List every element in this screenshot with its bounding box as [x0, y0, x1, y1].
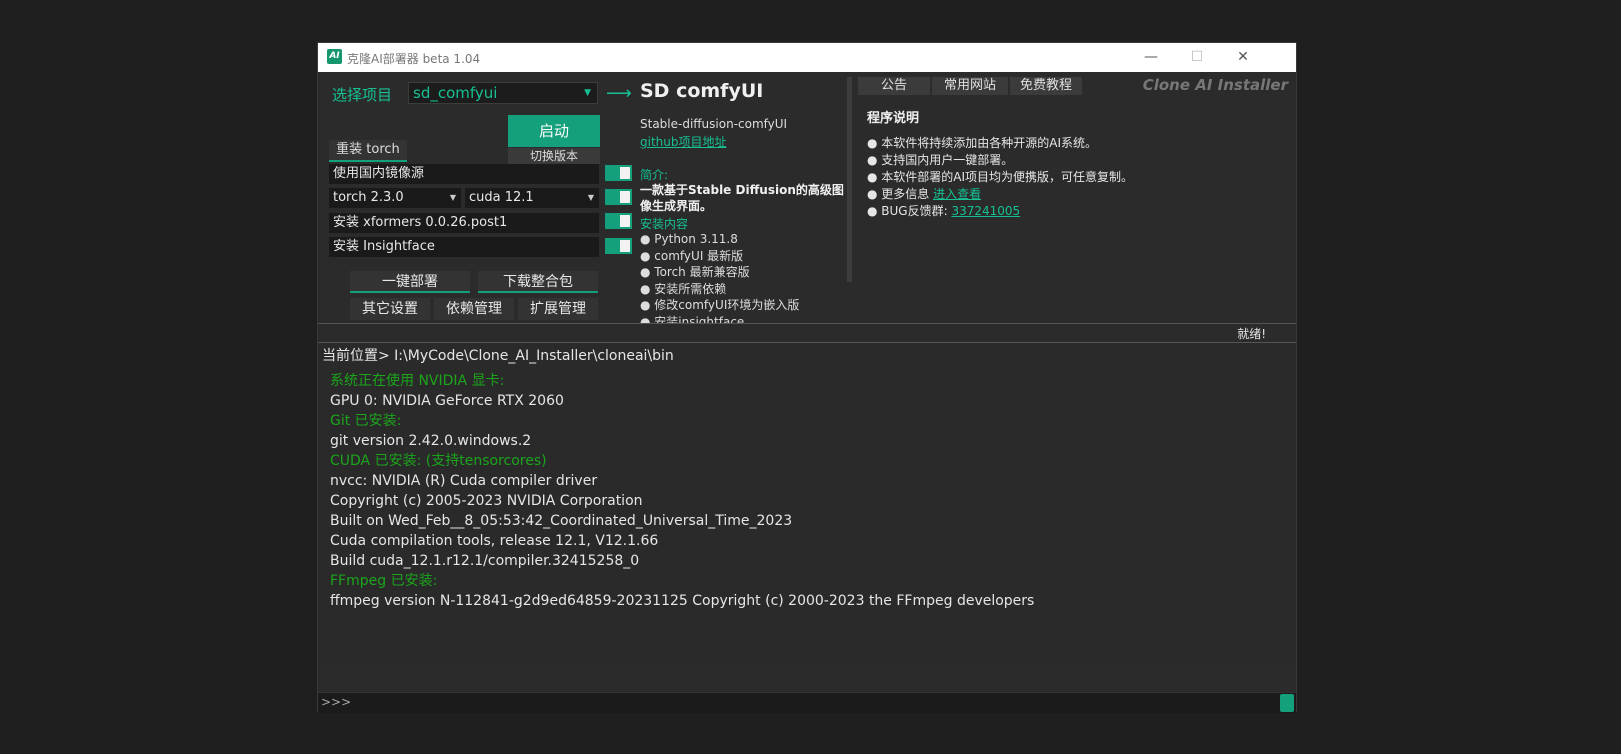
log-line: Built on Wed_Feb__8_05:53:42_Coordinated… [330, 513, 793, 529]
chevron-down-icon: ▼ [584, 88, 591, 98]
download-package-button[interactable]: 下载整合包 [478, 271, 598, 293]
notice-line: ● 支持国内用户一键部署。 [867, 153, 1014, 167]
intro-heading: 简介: [640, 168, 669, 182]
list-item: ● 修改comfyUI环境为嵌入版 [640, 298, 800, 312]
log-line: Git 已安装: [330, 413, 402, 429]
list-item: ● 安装所需依赖 [640, 281, 727, 296]
list-item: ● comfyUI 最新版 [640, 248, 744, 263]
torch-cuda-toggle[interactable] [605, 189, 632, 205]
tab-free-tutorials[interactable]: 免费教程 [1010, 77, 1082, 95]
project-select[interactable]: sd_comfyui ▼ [408, 82, 598, 104]
ext-manage-button[interactable]: 扩展管理 [518, 298, 598, 320]
list-item: ● 安装insightface [640, 314, 745, 324]
app-logo-icon: AI [327, 49, 342, 64]
xformers-label: 安装 xformers 0.0.26.post1 [329, 213, 599, 233]
install-list: ● Python 3.11.8 ● comfyUI 最新版 ● Torch 最新… [640, 231, 799, 323]
close-button[interactable]: ✕ [1220, 43, 1266, 72]
command-prompt: >>> [321, 695, 352, 709]
notice-body: ● 本软件将持续添加由各种开源的AI系统。 ● 支持国内用户一键部署。 ● 本软… [867, 135, 1133, 220]
use-mirror-toggle[interactable] [605, 165, 632, 181]
start-button[interactable]: 启动 [508, 115, 600, 147]
cuda-version-select[interactable]: cuda 12.1 ▼ [465, 188, 599, 208]
log-line: nvcc: NVIDIA (R) Cuda compiler driver [330, 473, 598, 489]
minimize-button[interactable]: — [1128, 43, 1174, 72]
switch-version-button[interactable]: 切换版本 [508, 148, 600, 164]
toggle-knob [620, 215, 630, 227]
maximize-button[interactable]: ☐ [1174, 43, 1220, 72]
project-label: 选择项目 [332, 86, 393, 104]
project-select-value: sd_comfyui [413, 84, 498, 102]
chevron-down-icon: ▼ [449, 193, 456, 202]
toggle-knob [620, 191, 630, 203]
app-window: AI 克隆AI部署器 beta 1.04 — ☐ ✕ 选择项目 sd_comfy… [317, 42, 1297, 713]
brand-logo: Clone AI Installer [1142, 76, 1288, 94]
use-mirror-label: 使用国内镜像源 [329, 164, 599, 184]
log-line: CUDA 已安装: (支持tensorcores) [330, 453, 547, 469]
main-content: 选择项目 sd_comfyui ▼ ⟶ 启动 切换版本 重装 torch 使用国… [318, 72, 1296, 713]
toggle-knob [620, 167, 630, 179]
project-subtitle: Stable-diffusion-comfyUI [640, 117, 788, 131]
insightface-toggle[interactable] [605, 238, 632, 254]
one-click-deploy-button[interactable]: 一键部署 [350, 271, 470, 293]
other-settings-button[interactable]: 其它设置 [350, 298, 430, 320]
deps-manage-button[interactable]: 依赖管理 [434, 298, 514, 320]
status-text: 就绪! [1237, 327, 1266, 341]
notice-line: ● 更多信息 进入查看 [867, 186, 1133, 203]
log-line: Copyright (c) 2005-2023 NVIDIA Corporati… [330, 493, 643, 509]
cuda-version-value: cuda 12.1 [469, 190, 534, 205]
insightface-label: 安装 Insightface [329, 237, 599, 257]
send-button[interactable] [1280, 694, 1294, 712]
notice-line: ● 本软件部署的AI项目均为便携版，可任意复制。 [867, 170, 1134, 184]
notice-line: ● 本软件将持续添加由各种开源的AI系统。 [867, 136, 1098, 150]
title-bar[interactable]: AI 克隆AI部署器 beta 1.04 — ☐ ✕ [318, 43, 1296, 72]
torch-version-value: torch 2.3.0 [333, 190, 404, 205]
bug-prefix: ● BUG反馈群: [867, 204, 952, 218]
more-info-prefix: ● 更多信息 [867, 187, 934, 201]
arrow-right-icon: ⟶ [606, 83, 632, 104]
log-line: ffmpeg version N-112841-g2d9ed64859-2023… [330, 593, 1035, 609]
notice-heading: 程序说明 [867, 111, 920, 126]
log-line: Build cuda_12.1.r12.1/compiler.32415258_… [330, 553, 640, 569]
project-title: SD comfyUI [640, 80, 764, 102]
log-line: Cuda compilation tools, release 12.1, V1… [330, 533, 659, 549]
status-bar: 就绪! [318, 323, 1296, 343]
install-heading: 安装内容 [640, 217, 689, 231]
window-title: 克隆AI部署器 beta 1.04 [347, 52, 481, 66]
list-item: ● Python 3.11.8 [640, 232, 738, 246]
info-scrollbar[interactable] [847, 77, 852, 282]
reinstall-torch-button[interactable]: 重装 torch [329, 140, 407, 162]
intro-text: 一款基于Stable Diffusion的高级图像生成界面。 [640, 183, 844, 213]
xformers-toggle[interactable] [605, 213, 632, 229]
log-line: 系统正在使用 NVIDIA 显卡: [330, 373, 505, 389]
list-item: ● Torch 最新兼容版 [640, 265, 750, 279]
notice-line: ● BUG反馈群: 337241005 [867, 203, 1133, 220]
tab-common-sites[interactable]: 常用网站 [932, 77, 1008, 95]
chevron-down-icon: ▼ [587, 193, 594, 202]
torch-version-select[interactable]: torch 2.3.0 ▼ [329, 188, 461, 208]
log-line: FFmpeg 已安装: [330, 573, 438, 589]
github-link[interactable]: github项目地址 [640, 133, 727, 150]
current-path: 当前位置> I:\MyCode\Clone_AI_Installer\clone… [322, 348, 674, 364]
toggle-knob [620, 240, 630, 252]
log-lines: 系统正在使用 NVIDIA 显卡: GPU 0: NVIDIA GeForce … [330, 371, 1034, 611]
command-input-bar[interactable]: >>> [318, 692, 1296, 713]
tab-announcement[interactable]: 公告 [858, 77, 930, 95]
more-info-link[interactable]: 进入查看 [933, 187, 981, 201]
bug-group-link[interactable]: 337241005 [951, 204, 1020, 218]
terminal-output: 当前位置> I:\MyCode\Clone_AI_Installer\clone… [318, 343, 1296, 665]
log-line: GPU 0: NVIDIA GeForce RTX 2060 [330, 393, 564, 409]
log-line: git version 2.42.0.windows.2 [330, 433, 532, 449]
